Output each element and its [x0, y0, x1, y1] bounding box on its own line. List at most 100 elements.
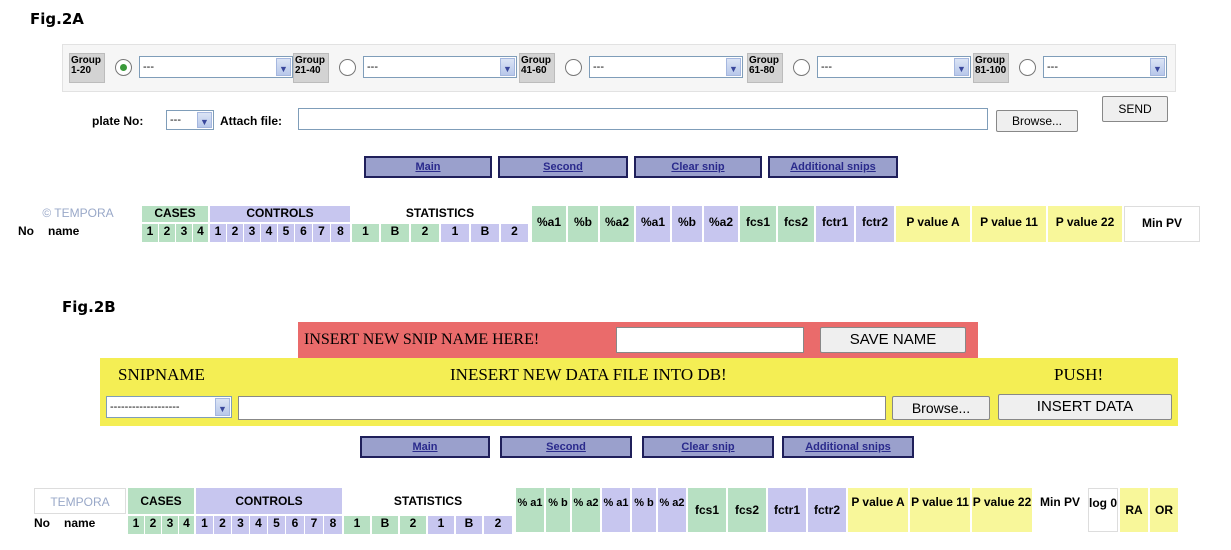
push-label: PUSH!: [1054, 365, 1104, 384]
col-pct-a2-ctrl: % a2: [658, 488, 686, 532]
control-col: 1: [196, 516, 213, 534]
control-col: 5: [268, 516, 285, 534]
col-pct-a1: %a1: [532, 206, 566, 242]
col-ra: RA: [1120, 488, 1148, 532]
group-1-radio[interactable]: [115, 59, 132, 76]
control-col: 3: [232, 516, 249, 534]
group-3-select-value: ---: [593, 61, 604, 73]
group-2-radio[interactable]: [339, 59, 356, 76]
fig-2b-label: Fig.2B: [62, 298, 116, 316]
group-5-select[interactable]: --- ▼: [1043, 56, 1167, 78]
control-col: 5: [278, 224, 294, 242]
fig-2a-label: Fig.2A: [30, 10, 84, 28]
group-2-label: Group 21-40: [293, 53, 329, 83]
chevron-down-icon: ▼: [215, 398, 230, 416]
col-p-value-22: P value 22: [972, 488, 1032, 532]
group-5-label: Group 81-100: [973, 53, 1009, 83]
snipname-select-value: -------------------: [110, 401, 180, 413]
stat-col: 2: [411, 224, 439, 242]
col-fctr2: fctr2: [856, 206, 894, 242]
browse-button-b[interactable]: Browse...: [892, 396, 990, 420]
group-1-select-value: ---: [143, 61, 154, 73]
group-5-radio[interactable]: [1019, 59, 1036, 76]
case-col: 2: [159, 224, 175, 242]
chevron-down-icon: ▼: [954, 58, 969, 76]
no-header-b: No: [34, 516, 50, 530]
snip-name-input[interactable]: [616, 327, 804, 353]
chevron-down-icon: ▼: [500, 58, 515, 76]
col-min-pv: Min PV: [1124, 206, 1200, 242]
col-pct-a1: % a1: [516, 488, 544, 532]
insert-file-label: INESERT NEW DATA FILE INTO DB!: [450, 365, 727, 384]
insert-data-button[interactable]: INSERT DATA: [998, 394, 1172, 420]
group-4-select-value: ---: [821, 61, 832, 73]
col-fctr2: fctr2: [808, 488, 846, 532]
col-fcs2: fcs2: [728, 488, 766, 532]
col-fcs1: fcs1: [688, 488, 726, 532]
insert-name-label: INSERT NEW SNIP NAME HERE!: [304, 331, 540, 348]
main-button-b[interactable]: Main: [360, 436, 490, 458]
col-fcs1: fcs1: [740, 206, 776, 242]
group-4-radio[interactable]: [793, 59, 810, 76]
col-pct-b-ctrl: %b: [672, 206, 702, 242]
col-pct-b: %b: [568, 206, 598, 242]
stat-col: 1: [441, 224, 469, 242]
control-col: 7: [305, 516, 323, 534]
control-col: 3: [244, 224, 260, 242]
clear-snip-button[interactable]: Clear snip: [634, 156, 762, 178]
group-1-select[interactable]: --- ▼: [139, 56, 293, 78]
case-col: 1: [142, 224, 158, 242]
control-col: 6: [295, 224, 312, 242]
stat-col: B: [471, 224, 499, 242]
name-header: name: [48, 224, 80, 238]
group-2-select-value: ---: [367, 61, 378, 73]
insert-data-bar: SNIPNAME INESERT NEW DATA FILE INTO DB! …: [100, 358, 1178, 426]
clear-snip-button-b[interactable]: Clear snip: [642, 436, 774, 458]
stat-col: B: [372, 516, 398, 534]
snipname-select[interactable]: ------------------- ▼: [106, 396, 232, 418]
group-4-select[interactable]: --- ▼: [817, 56, 971, 78]
col-pct-a1-ctrl: %a1: [636, 206, 670, 242]
browse-button[interactable]: Browse...: [996, 110, 1078, 132]
col-p-value-a: P value A: [896, 206, 970, 242]
second-button[interactable]: Second: [498, 156, 628, 178]
stat-col: 2: [501, 224, 528, 242]
insert-name-bar: INSERT NEW SNIP NAME HERE! SAVE NAME: [298, 322, 978, 358]
group-1-label: Group 1-20: [69, 53, 105, 83]
group-5-select-value: ---: [1047, 61, 1058, 73]
stat-col: 2: [484, 516, 512, 534]
col-pct-a2: %a2: [600, 206, 634, 242]
cases-header-b: CASES: [128, 488, 194, 514]
col-p-value-11: P value 11: [910, 488, 970, 532]
attach-file-input[interactable]: [298, 108, 988, 130]
additional-snips-button-b[interactable]: Additional snips: [782, 436, 914, 458]
save-name-button[interactable]: SAVE NAME: [820, 327, 966, 353]
chevron-down-icon: ▼: [1150, 58, 1165, 76]
send-button[interactable]: SEND: [1102, 96, 1168, 122]
name-header-b: name: [64, 516, 96, 530]
control-col: 7: [313, 224, 330, 242]
col-fctr1: fctr1: [768, 488, 806, 532]
col-min-pv: Min PV: [1034, 488, 1086, 532]
col-pct-b: % b: [546, 488, 570, 532]
case-col: 4: [179, 516, 194, 534]
plate-select[interactable]: --- ▼: [166, 110, 214, 130]
statistics-header-b: STATISTICS: [344, 488, 512, 514]
group-3-radio[interactable]: [565, 59, 582, 76]
main-button[interactable]: Main: [364, 156, 492, 178]
col-p-value-a: P value A: [848, 488, 908, 532]
control-col: 6: [286, 516, 304, 534]
control-col: 4: [250, 516, 267, 534]
group-2-select[interactable]: --- ▼: [363, 56, 517, 78]
case-col: 3: [176, 224, 192, 242]
group-3-select[interactable]: --- ▼: [589, 56, 743, 78]
stat-col: 1: [344, 516, 370, 534]
data-file-input[interactable]: [238, 396, 886, 420]
additional-snips-button[interactable]: Additional snips: [768, 156, 898, 178]
stat-col: 1: [352, 224, 379, 242]
group-selector-bar: Group 1-20 --- ▼ Group 21-40 --- ▼ Group 4…: [62, 44, 1176, 92]
control-col: 8: [324, 516, 342, 534]
col-or: OR: [1150, 488, 1178, 532]
second-button-b[interactable]: Second: [500, 436, 632, 458]
col-p-value-11: P value 11: [972, 206, 1046, 242]
